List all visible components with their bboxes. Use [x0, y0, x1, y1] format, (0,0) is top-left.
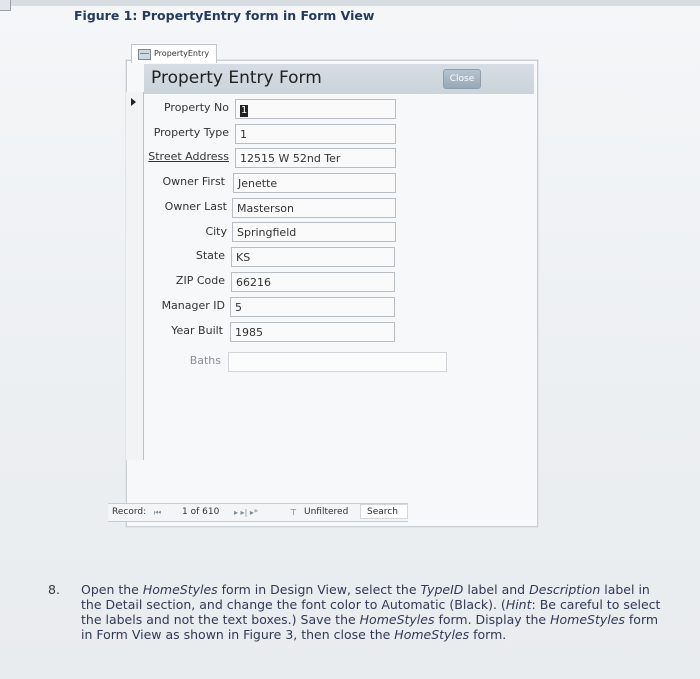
- text-run-italic: Hint: [505, 597, 532, 612]
- label-city: City: [205, 225, 227, 238]
- record-selector[interactable]: [126, 92, 144, 460]
- label-street-address: Street Address: [148, 150, 229, 163]
- label-state: State: [195, 249, 225, 262]
- form-tab[interactable]: PropertyEntry: [131, 44, 218, 63]
- record-label: Record:: [112, 507, 147, 517]
- zip-code-field[interactable]: 66216: [231, 272, 395, 292]
- baths-field[interactable]: [228, 352, 447, 372]
- close-button[interactable]: Close: [443, 69, 481, 89]
- record-position: 1 of 610: [182, 507, 220, 517]
- text-run: form. Display the: [434, 612, 551, 627]
- next-record-buttons[interactable]: ▸ ▸| ▸*: [234, 504, 258, 521]
- form-tab-label: PropertyEntry: [154, 49, 210, 58]
- text-run-italic: HomeStyles: [550, 612, 625, 627]
- text-run: Open the: [81, 582, 143, 597]
- funnel-icon: ⊤: [290, 508, 297, 517]
- year-built-field[interactable]: 1985: [230, 322, 395, 342]
- label-property-no: Property No: [163, 101, 229, 114]
- form-title: Property Entry Form: [151, 68, 322, 88]
- text-run-italic: HomeStyles: [142, 582, 218, 597]
- label-owner-last: Owner Last: [164, 200, 227, 213]
- label-year-built: Year Built: [171, 324, 223, 337]
- property-no-field[interactable]: 1: [235, 99, 396, 119]
- label-property-type: Property Type: [153, 126, 229, 139]
- current-record-arrow-icon: [131, 98, 136, 106]
- filter-status[interactable]: Unfiltered: [304, 504, 348, 521]
- step-number: 8.: [48, 582, 60, 597]
- owner-last-field[interactable]: Masterson: [232, 198, 396, 218]
- label-manager-id: Manager ID: [161, 299, 225, 312]
- text-run-italic: Description: [529, 582, 601, 597]
- text-run-italic: HomeStyles: [394, 627, 470, 642]
- corner-mark: [0, 0, 11, 11]
- search-input[interactable]: Search: [360, 504, 408, 519]
- first-record-button[interactable]: ⏮: [154, 504, 161, 521]
- property-type-field[interactable]: 1: [235, 124, 396, 144]
- step-instructions: Open the HomeStyles form in Design View,…: [81, 582, 666, 642]
- manager-id-field[interactable]: 5: [230, 297, 395, 317]
- top-strip: [0, 0, 700, 6]
- text-run: form in Design View, select the: [217, 582, 421, 597]
- text-run-italic: TypeID: [420, 582, 464, 597]
- document-page: Figure 1: PropertyEntry form in Form Vie…: [0, 0, 700, 679]
- city-field[interactable]: Springfield: [232, 222, 396, 242]
- street-address-field[interactable]: 12515 W 52nd Ter: [235, 148, 396, 168]
- form-icon: [138, 49, 151, 60]
- property-no-value: 1: [240, 105, 249, 117]
- state-field[interactable]: KS: [231, 247, 395, 267]
- label-zip-code: ZIP Code: [175, 274, 225, 287]
- label-baths: Baths: [189, 354, 221, 367]
- text-run-italic: HomeStyles: [359, 612, 435, 627]
- text-run: label and: [463, 582, 530, 597]
- label-owner-first: Owner First: [162, 175, 225, 188]
- owner-first-field[interactable]: Jenette: [233, 173, 396, 193]
- figure-caption: Figure 1: PropertyEntry form in Form Vie…: [74, 8, 375, 23]
- text-run: form.: [469, 627, 507, 642]
